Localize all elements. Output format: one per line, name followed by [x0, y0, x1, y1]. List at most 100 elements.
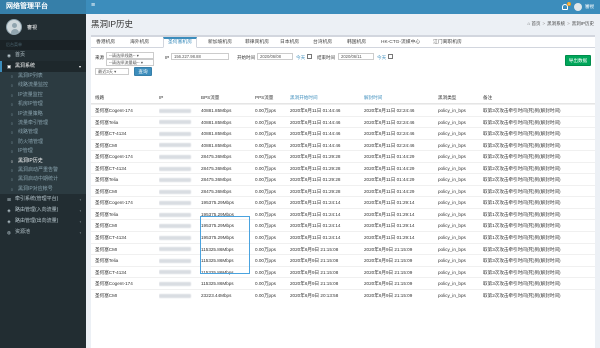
- highlight-box: [200, 216, 250, 274]
- sidebar-item[interactable]: ○ 机房IP管理: [0, 100, 86, 110]
- breadcrumb-home[interactable]: 首页: [531, 21, 540, 26]
- export-button[interactable]: 导出数据: [565, 55, 591, 66]
- notification-badge: 1: [567, 2, 571, 6]
- sidebar-item[interactable]: ◍ 资源池 ‹: [0, 227, 86, 238]
- hamburger-menu-icon[interactable]: ≡: [91, 2, 95, 9]
- column-header[interactable]: 黑洞开始时间: [290, 91, 351, 104]
- tab-datacenter[interactable]: 韩国机房: [347, 37, 366, 48]
- calendar-icon[interactable]: [307, 54, 312, 59]
- circle-icon: ○: [10, 177, 14, 183]
- avatar: [6, 19, 22, 35]
- table-cell: 2020年6月9日 20:13:58: [290, 292, 339, 298]
- table-row: 圣何塞Telia 40881.85Mbps 0.00万pps 2020年6月11日 0…: [91, 115, 595, 128]
- sidebar-item-label: 流量牵引管理: [18, 119, 49, 126]
- sidebar-item[interactable]: ○ 防火墙管理: [0, 137, 86, 148]
- home-icon: ◉: [7, 53, 11, 58]
- sidebar-item-label: 防火墙管理: [18, 138, 44, 145]
- tab-datacenter[interactable]: 圣何塞机房: [163, 37, 197, 48]
- sidebar-item[interactable]: ◈ 路由管理(出向流量) ‹: [0, 216, 86, 227]
- sidebar-item[interactable]: ⊞ 牵引系统(管理平台) ‹: [0, 194, 86, 205]
- ip-cell: [159, 290, 201, 302]
- sidebar-item-label: 黑洞启动中期统计: [18, 176, 59, 183]
- redacted-ip: [159, 178, 191, 183]
- table-cell: 取第2次攻击牵引时间(死)到(解封时间): [483, 292, 561, 298]
- sitemap-icon: ⊞: [7, 197, 11, 203]
- breadcrumb: ⌂ 首页 > 黑洞系统 > 黑洞IP历史: [527, 21, 594, 26]
- tab-datacenter[interactable]: 新加坡机房: [208, 37, 232, 48]
- circle-icon: ○: [10, 74, 14, 79]
- sidebar-item-label: IP流量策略: [18, 110, 43, 117]
- sidebar: 网络管理平台 審視 后台菜单 ◉ 首页 ▣ 黑洞系统 ▾ ○ 黑洞IP列表 ○ 线路流量监控 ○ I…: [0, 0, 86, 348]
- sidebar-item-label: 路由管理(出向流量): [15, 218, 59, 225]
- column-header: PPS流量: [255, 95, 274, 100]
- table-row: 圣何塞Cogent-174 115325.86Mbps 0.00万pps 2020年6…: [91, 277, 595, 289]
- top-user-name[interactable]: 審視: [585, 4, 594, 10]
- query-button[interactable]: 查询: [134, 67, 152, 76]
- breadcrumb-section[interactable]: 黑洞系统: [547, 21, 565, 26]
- redacted-ip: [159, 154, 191, 159]
- sidebar-item[interactable]: ◉ 首页: [0, 50, 86, 61]
- page-title: 黑洞IP历史: [91, 19, 134, 29]
- sidebar-item[interactable]: ○ 黑洞启动中期统计: [0, 175, 86, 185]
- table-cell: policy_in_bps: [438, 292, 466, 298]
- sidebar-item[interactable]: ○ 黑洞IP列表: [0, 72, 86, 82]
- sidebar-item-label: 黑洞IP对应帐号: [18, 185, 53, 192]
- redacted-ip: [159, 235, 191, 240]
- tab-datacenter[interactable]: HK-CTG-流媒中心: [381, 37, 420, 48]
- nav-header: 后台菜单: [0, 40, 86, 50]
- sidebar-item[interactable]: ○ IP流量监控: [0, 90, 86, 101]
- traffic-select[interactable]: --请选择流量级-- ▾: [106, 59, 154, 66]
- sidebar-item[interactable]: ◈ 路由管理(入向流量) ‹: [0, 205, 86, 216]
- tab-datacenter[interactable]: 日本机房: [280, 37, 299, 48]
- sidebar-item[interactable]: ○ IP流量策略: [0, 109, 86, 119]
- start-today-link[interactable]: 今天: [296, 55, 305, 61]
- table-row: 圣何塞CT-4134 40881.85Mbps 0.00万pps 2020年6月11日…: [91, 127, 595, 139]
- tab-datacenter[interactable]: 台湾机房: [313, 37, 332, 48]
- tab-datacenter[interactable]: 菲律宾机房: [245, 37, 269, 48]
- filter-bar: 来源 --请选择线路-- ▾ --请选择流量级-- ▾ IP 156.227.9…: [91, 48, 595, 80]
- table-row: 圣何塞CMI 40881.85Mbps 0.00万pps 2020年6月11日 01:…: [91, 138, 595, 151]
- table-row: 圣何塞Cogent-174 40881.85Mbps 0.00万pps 2020年6月…: [91, 104, 595, 116]
- table-row: 圣何塞CMI 195375.29Mbps 0.00万pps 2020年6月11日 01…: [91, 219, 595, 231]
- recent-days-select[interactable]: 最近3天 ▾: [95, 68, 129, 75]
- sidebar-item-label: 线路管理: [18, 129, 39, 136]
- sidebar-item[interactable]: ○ 流量牵引管理: [0, 118, 86, 129]
- sidebar-item-label: 首页: [15, 52, 26, 58]
- ip-input[interactable]: 156.227.98.88: [171, 53, 229, 60]
- sidebar-item[interactable]: ○ 黑洞IP历史: [0, 156, 86, 166]
- user-avatar[interactable]: [574, 3, 582, 11]
- sidebar-item[interactable]: ○ 线路流量监控: [0, 81, 86, 91]
- chevron-down-icon: ▾: [78, 64, 81, 69]
- sidebar-item[interactable]: ○ IP管理: [0, 147, 86, 157]
- column-header: IP: [159, 95, 164, 100]
- sidebar-item-label: 黑洞系统: [15, 63, 36, 69]
- column-header: 备注: [483, 95, 493, 100]
- sidebar-item[interactable]: ▣ 黑洞系统 ▾: [0, 61, 86, 72]
- tab-datacenter[interactable]: 江门离职机房: [433, 37, 462, 48]
- bell-icon[interactable]: 1: [562, 2, 571, 10]
- sidebar-item[interactable]: ○ 黑洞启动严重告警: [0, 165, 86, 176]
- sidebar-item[interactable]: ○ 黑洞IP对应帐号: [0, 184, 86, 195]
- redacted-ip: [159, 143, 191, 148]
- start-time-label: 开始时间: [237, 55, 255, 60]
- route-icon: ◈: [7, 219, 11, 225]
- tab-datacenter[interactable]: 香港机房: [96, 37, 115, 48]
- redacted-ip: [159, 131, 191, 136]
- table-cell: 2020年6月9日 21:15:09: [364, 292, 413, 298]
- line-select[interactable]: --请选择线路-- ▾: [106, 52, 154, 59]
- table-cell: 圣何塞CMI: [95, 292, 118, 298]
- sidebar-item[interactable]: ○ 线路管理: [0, 128, 86, 138]
- chevron-left-icon: ‹: [79, 208, 81, 214]
- table-header: 线路 IP BPS流量 PPS流量 黑洞开始时间 解封时间 黑洞类型 备注: [91, 91, 595, 104]
- region-label: 来源: [95, 55, 104, 60]
- redacted-ip: [159, 201, 191, 206]
- start-date-input[interactable]: 2020/06/08: [257, 53, 293, 60]
- circle-icon: ○: [10, 111, 14, 117]
- end-today-link[interactable]: 今天: [377, 55, 386, 61]
- table-row: 圣何塞Cogent-174 195375.29Mbps 0.00万pps 2020年6…: [91, 196, 595, 208]
- column-header[interactable]: 解封时间: [364, 91, 427, 104]
- tab-datacenter[interactable]: 海外机房: [130, 37, 149, 48]
- redacted-ip: [159, 120, 191, 125]
- calendar-icon[interactable]: [388, 54, 393, 59]
- end-date-input[interactable]: 2020/06/11: [338, 53, 374, 60]
